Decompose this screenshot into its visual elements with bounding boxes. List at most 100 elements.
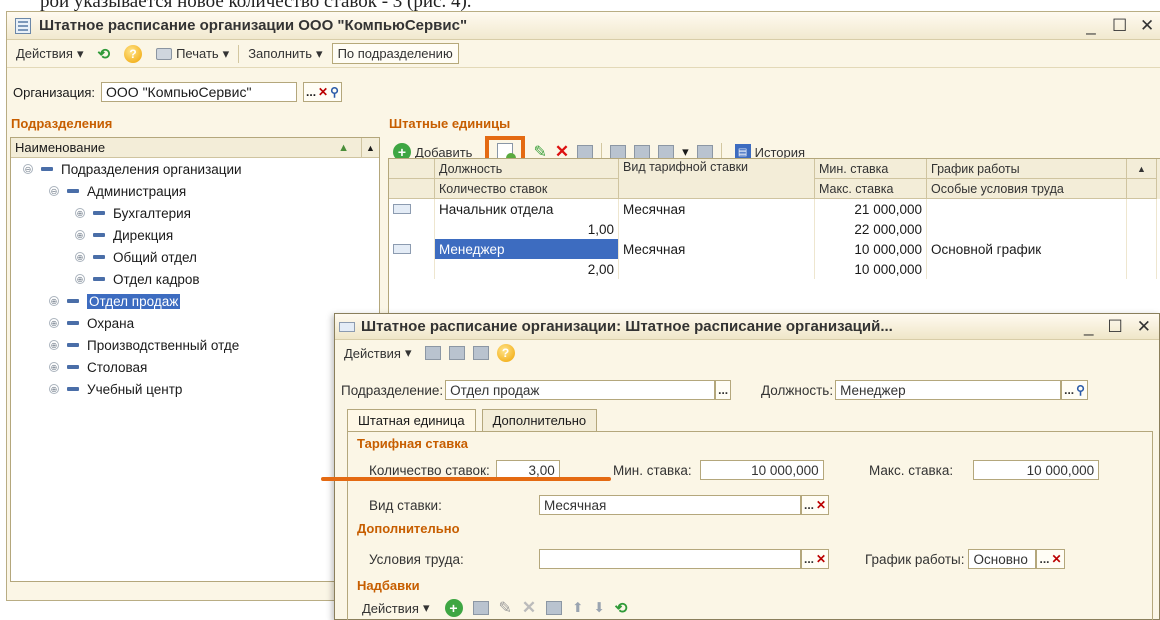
department-field[interactable]: Отдел продаж bbox=[445, 380, 716, 400]
tree-item[interactable]: ⊕ Производственный отде bbox=[11, 334, 379, 356]
edit-icon[interactable]: ✎ bbox=[499, 598, 512, 618]
by-department-toggle[interactable]: По подразделению bbox=[331, 43, 459, 64]
expand-icon[interactable]: ⊕ bbox=[49, 384, 59, 394]
dialog-close-button[interactable]: ✕ bbox=[1137, 317, 1151, 337]
tree-column-header[interactable]: Наименование ▲ ▲ bbox=[11, 138, 379, 158]
cell-conditions[interactable] bbox=[927, 219, 1127, 239]
expand-icon[interactable]: ⊖ bbox=[23, 164, 33, 174]
scroll-up-arrow[interactable]: ▲ bbox=[361, 138, 379, 158]
close-button[interactable]: ✕ bbox=[1140, 16, 1154, 36]
copy-icon[interactable] bbox=[472, 346, 489, 360]
column-conditions[interactable]: Особые условия труда bbox=[927, 179, 1127, 199]
column-count[interactable]: Количество ставок bbox=[435, 179, 619, 199]
expand-icon[interactable]: ⊕ bbox=[75, 252, 85, 262]
column-min-rate[interactable]: Мин. ставка bbox=[815, 159, 927, 179]
tree-item[interactable]: ⊕ Охрана bbox=[11, 312, 379, 334]
cell-min-rate[interactable]: 21 000,000 bbox=[815, 199, 927, 219]
expand-icon[interactable]: ⊕ bbox=[75, 230, 85, 240]
scrollbar-track[interactable] bbox=[1127, 179, 1157, 199]
column-schedule[interactable]: График работы bbox=[927, 159, 1127, 179]
cell-position[interactable]: Менеджер bbox=[435, 239, 619, 259]
delete-icon[interactable]: ✕ bbox=[522, 598, 536, 618]
save-icon[interactable] bbox=[448, 346, 465, 360]
column-max-rate[interactable]: Макс. ставка bbox=[815, 179, 927, 199]
max-rate-field[interactable]: 10 000,000 bbox=[973, 460, 1100, 480]
schedule-select-button[interactable]: ... ✕ bbox=[1036, 549, 1065, 569]
cell-rate-type[interactable]: Месячная bbox=[619, 239, 815, 259]
tree-item[interactable]: ⊕ Столовая bbox=[11, 356, 379, 378]
cell-rate-type[interactable]: Месячная bbox=[619, 199, 815, 219]
filter-list-icon[interactable] bbox=[634, 145, 651, 159]
help-icon[interactable]: ? bbox=[496, 344, 515, 362]
tree-item[interactable]: ⊕ Общий отдел bbox=[11, 246, 379, 268]
filter-icon[interactable] bbox=[610, 145, 627, 159]
cell-count[interactable]: 2,00 bbox=[435, 259, 619, 279]
filter-menu-icon[interactable] bbox=[658, 145, 675, 159]
cell-empty[interactable] bbox=[619, 259, 815, 279]
copy-icon[interactable] bbox=[472, 601, 489, 615]
expand-icon[interactable]: ⊕ bbox=[75, 208, 85, 218]
refresh-button[interactable]: ⟲ bbox=[93, 43, 116, 65]
help-button[interactable]: ? bbox=[119, 43, 147, 65]
cell-min-rate[interactable]: 10 000,000 bbox=[815, 239, 927, 259]
organization-field[interactable]: ООО "КомпьюСервис" bbox=[101, 82, 298, 102]
search-icon[interactable]: ⚲ bbox=[1076, 383, 1085, 397]
cell-conditions[interactable] bbox=[927, 259, 1127, 279]
rate-type-field[interactable]: Месячная bbox=[539, 495, 801, 515]
row-icon-cell[interactable] bbox=[389, 239, 435, 259]
min-rate-field[interactable]: 10 000,000 bbox=[699, 460, 824, 480]
clear-icon[interactable]: ✕ bbox=[816, 498, 826, 512]
clear-icon[interactable]: ✕ bbox=[1052, 552, 1062, 566]
rate-type-select-button[interactable]: ... ✕ bbox=[801, 495, 830, 515]
scrollbar-cell[interactable] bbox=[1127, 199, 1157, 219]
dialog-actions-menu[interactable]: Действия ▾ bbox=[339, 343, 417, 363]
tree-item[interactable]: ⊖ Администрация bbox=[11, 180, 379, 202]
row-icon-cell[interactable] bbox=[389, 219, 435, 239]
cell-empty[interactable] bbox=[619, 219, 815, 239]
refresh-icon[interactable]: ⟲ bbox=[615, 599, 628, 617]
allowances-actions-menu[interactable]: Действия ▾ bbox=[357, 598, 435, 618]
tab-staff-unit[interactable]: Штатная единица bbox=[347, 409, 476, 431]
mark-icon[interactable] bbox=[546, 601, 563, 615]
expand-icon[interactable]: ⊕ bbox=[49, 296, 59, 306]
mark-icon[interactable] bbox=[577, 145, 594, 159]
fill-menu[interactable]: Заполнить ▾ bbox=[243, 44, 327, 64]
plus-icon[interactable]: + bbox=[444, 599, 463, 617]
search-icon[interactable]: ⚲ bbox=[330, 85, 339, 99]
clear-icon[interactable]: ✕ bbox=[318, 85, 328, 99]
expand-icon[interactable]: ⊕ bbox=[75, 274, 85, 284]
cell-position[interactable]: Начальник отдела bbox=[435, 199, 619, 219]
expand-icon[interactable]: ⊕ bbox=[49, 340, 59, 350]
tree-item[interactable]: ⊕ Отдел кадров bbox=[11, 268, 379, 290]
clear-icon[interactable]: ✕ bbox=[816, 552, 826, 566]
dialog-maximize-button[interactable]: ☐ bbox=[1108, 317, 1123, 337]
scrollbar-cell[interactable] bbox=[1127, 239, 1157, 259]
expand-icon[interactable]: ⊕ bbox=[49, 318, 59, 328]
arrow-down-icon[interactable]: ⬇ bbox=[593, 600, 604, 616]
position-field[interactable]: Менеджер bbox=[835, 380, 1062, 400]
tab-additional[interactable]: Дополнительно bbox=[481, 409, 598, 431]
clear-filter-icon[interactable] bbox=[696, 145, 713, 159]
dialog-minimize-button[interactable]: _ bbox=[1084, 317, 1093, 337]
column-position[interactable]: Должность bbox=[435, 159, 619, 179]
conditions-select-button[interactable]: ... ✕ bbox=[801, 549, 830, 569]
scrollbar-cell[interactable] bbox=[1127, 259, 1157, 279]
department-select-button[interactable]: ... bbox=[715, 380, 732, 400]
row-icon-cell[interactable] bbox=[389, 199, 435, 219]
expand-icon[interactable]: ⊕ bbox=[49, 362, 59, 372]
tree-item[interactable]: ⊕ Бухгалтерия bbox=[11, 202, 379, 224]
cell-max-rate[interactable]: 22 000,000 bbox=[815, 219, 927, 239]
tree-item[interactable]: ⊕ Учебный центр bbox=[11, 378, 379, 400]
schedule-field[interactable]: Основно bbox=[968, 549, 1037, 569]
maximize-button[interactable]: ☐ bbox=[1112, 16, 1127, 36]
tree-item[interactable]: ⊖ Подразделения организации bbox=[11, 158, 379, 180]
print-menu[interactable]: Печать ▾ bbox=[151, 44, 234, 64]
minimize-button[interactable]: _ bbox=[1084, 16, 1098, 36]
tree-item[interactable]: ⊕ Отдел продаж bbox=[11, 290, 379, 312]
organization-select-button[interactable]: ... ✕ ⚲ bbox=[303, 82, 342, 102]
row-icon-cell[interactable] bbox=[389, 259, 435, 279]
cell-max-rate[interactable]: 10 000,000 bbox=[815, 259, 927, 279]
tree-item[interactable]: ⊕ Дирекция bbox=[11, 224, 379, 246]
scroll-up-arrow[interactable]: ▲ bbox=[1127, 159, 1157, 179]
cell-schedule[interactable] bbox=[927, 199, 1127, 219]
